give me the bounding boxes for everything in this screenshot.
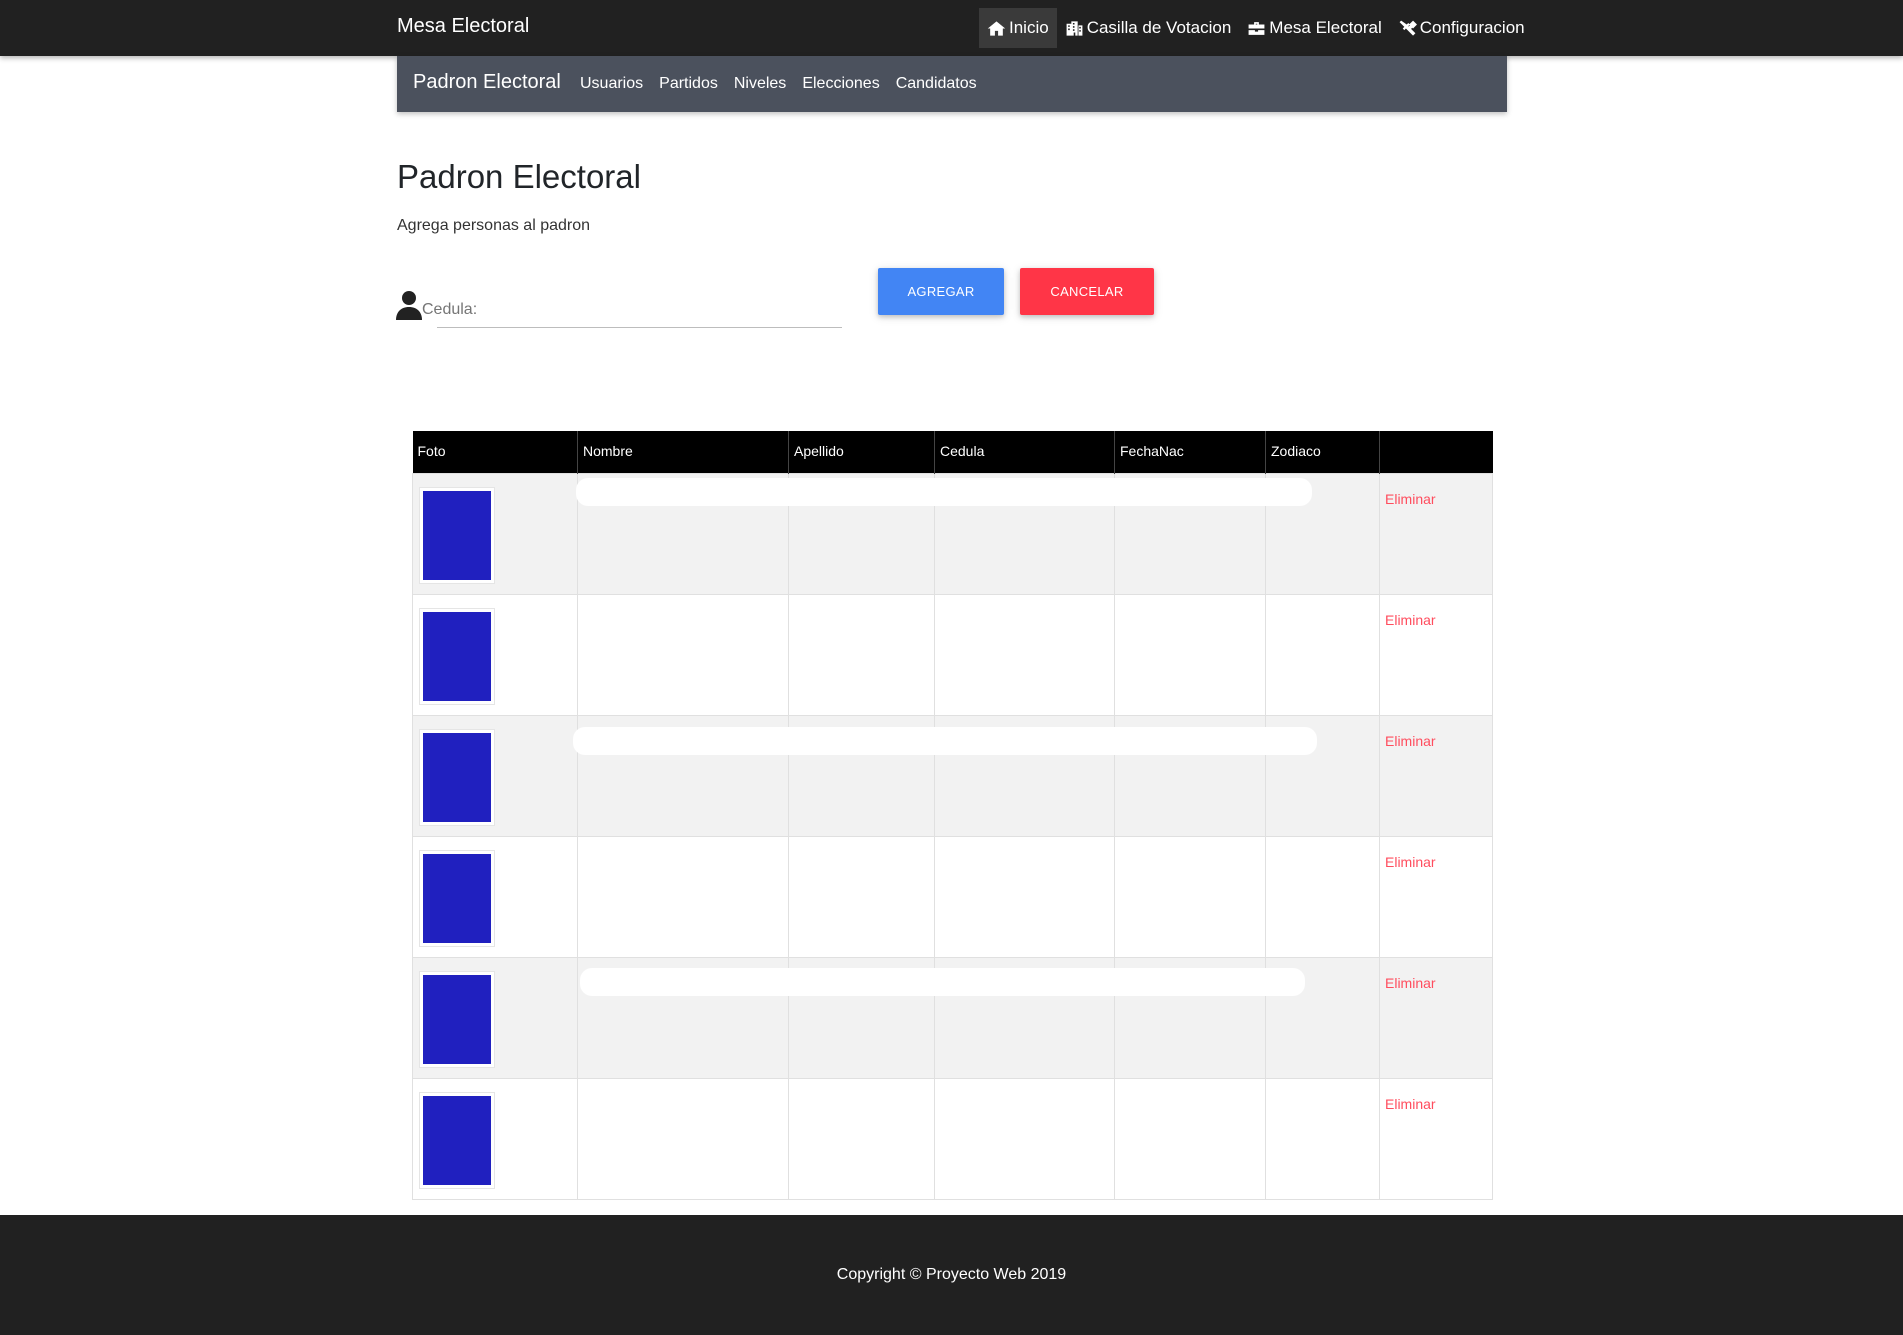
nombre-cell — [577, 593, 789, 716]
subnav-usuarios[interactable]: Usuarios — [572, 75, 651, 93]
eliminar-link[interactable]: Eliminar — [1385, 1096, 1436, 1112]
briefcase-icon — [1248, 21, 1265, 35]
nav-configuracion[interactable]: Configuracion — [1390, 8, 1533, 48]
action-cell: Eliminar — [1379, 1077, 1493, 1200]
action-cell: Eliminar — [1379, 714, 1493, 837]
nav-mesa[interactable]: Mesa Electoral — [1239, 8, 1389, 48]
person-photo — [419, 970, 495, 1068]
photo-cell — [412, 714, 578, 837]
nav-casilla[interactable]: Casilla de Votacion — [1057, 8, 1240, 48]
top-nav: Inicio Casilla de Votacion Mesa Electora… — [979, 8, 1533, 48]
eliminar-link[interactable]: Eliminar — [1385, 733, 1436, 749]
header-nombre: Nombre — [577, 431, 789, 473]
photo-cell — [412, 1077, 578, 1200]
person-photo — [419, 728, 495, 826]
tools-icon — [1399, 20, 1417, 36]
cedula-cell — [934, 835, 1115, 958]
padron-table: Foto Nombre Apellido Cedula FechaNac Zod… — [412, 431, 1493, 1200]
action-cell: Eliminar — [1379, 593, 1493, 716]
zodiaco-cell — [1265, 835, 1380, 958]
redaction-mark — [580, 968, 1305, 996]
page-title: Padron Electoral — [397, 158, 641, 195]
fechanac-cell — [1114, 1077, 1266, 1200]
header-actions — [1379, 431, 1493, 473]
subnav-partidos[interactable]: Partidos — [651, 75, 726, 93]
action-cell: Eliminar — [1379, 472, 1493, 595]
zodiaco-cell — [1265, 1077, 1380, 1200]
page-subtitle: Agrega personas al padron — [397, 217, 591, 234]
header-apellido: Apellido — [788, 431, 935, 473]
eliminar-link[interactable]: Eliminar — [1385, 854, 1436, 870]
nav-inicio-label: Inicio — [1009, 18, 1049, 37]
table-row: Eliminar — [412, 835, 1493, 958]
person-photo — [419, 486, 495, 584]
action-cell: Eliminar — [1379, 835, 1493, 958]
agregar-button[interactable]: Agregar — [878, 268, 1004, 315]
header-cedula: Cedula — [934, 431, 1115, 473]
cedula-cell — [934, 593, 1115, 716]
nav-mesa-label: Mesa Electoral — [1269, 18, 1382, 37]
nombre-cell — [577, 835, 789, 958]
person-photo — [419, 1091, 495, 1189]
brand-logo[interactable]: Mesa Electoral — [397, 15, 529, 38]
subnav-elecciones[interactable]: Elecciones — [794, 75, 887, 93]
redaction-mark — [576, 478, 1312, 506]
nombre-cell — [577, 1077, 789, 1200]
subnav-candidatos[interactable]: Candidatos — [888, 75, 985, 93]
header-zodiaco: Zodiaco — [1265, 431, 1380, 473]
eliminar-link[interactable]: Eliminar — [1385, 612, 1436, 628]
header-foto: Foto — [412, 431, 578, 473]
photo-cell — [412, 956, 578, 1079]
action-cell: Eliminar — [1379, 956, 1493, 1079]
apellido-cell — [788, 1077, 935, 1200]
subnav-brand[interactable]: Padron Electoral — [413, 71, 561, 94]
nav-inicio[interactable]: Inicio — [979, 8, 1057, 48]
table-row: Eliminar — [412, 1077, 1493, 1200]
nav-configuracion-label: Configuracion — [1419, 18, 1525, 37]
zodiaco-cell — [1265, 593, 1380, 716]
secondary-navbar: Padron Electoral Usuarios Partidos Nivel… — [397, 56, 1507, 112]
building-icon — [1066, 20, 1083, 36]
person-photo — [419, 849, 495, 947]
cancelar-button[interactable]: Cancelar — [1020, 268, 1154, 315]
table-header-row: Foto Nombre Apellido Cedula FechaNac Zod… — [412, 431, 1493, 473]
subnav-links: Usuarios Partidos Niveles Elecciones Can… — [572, 56, 985, 112]
table-row: Eliminar — [412, 593, 1493, 716]
apellido-cell — [788, 593, 935, 716]
cedula-cell — [934, 1077, 1115, 1200]
eliminar-link[interactable]: Eliminar — [1385, 975, 1436, 991]
eliminar-link[interactable]: Eliminar — [1385, 491, 1436, 507]
redaction-mark — [573, 727, 1317, 755]
photo-cell — [412, 472, 578, 595]
user-icon — [396, 290, 422, 320]
cedula-input[interactable] — [437, 294, 842, 328]
apellido-cell — [788, 835, 935, 958]
home-icon — [987, 20, 1006, 36]
fechanac-cell — [1114, 835, 1266, 958]
photo-cell — [412, 835, 578, 958]
subnav-niveles[interactable]: Niveles — [726, 75, 794, 93]
footer-copyright: Copyright © Proyecto Web 2019 — [836, 1266, 1067, 1283]
top-navbar: Mesa Electoral Inicio Casilla de Votacio… — [0, 0, 1903, 56]
person-photo — [419, 607, 495, 705]
nav-casilla-label: Casilla de Votacion — [1086, 18, 1232, 37]
header-fechanac: FechaNac — [1114, 431, 1266, 473]
photo-cell — [412, 593, 578, 716]
fechanac-cell — [1114, 593, 1266, 716]
